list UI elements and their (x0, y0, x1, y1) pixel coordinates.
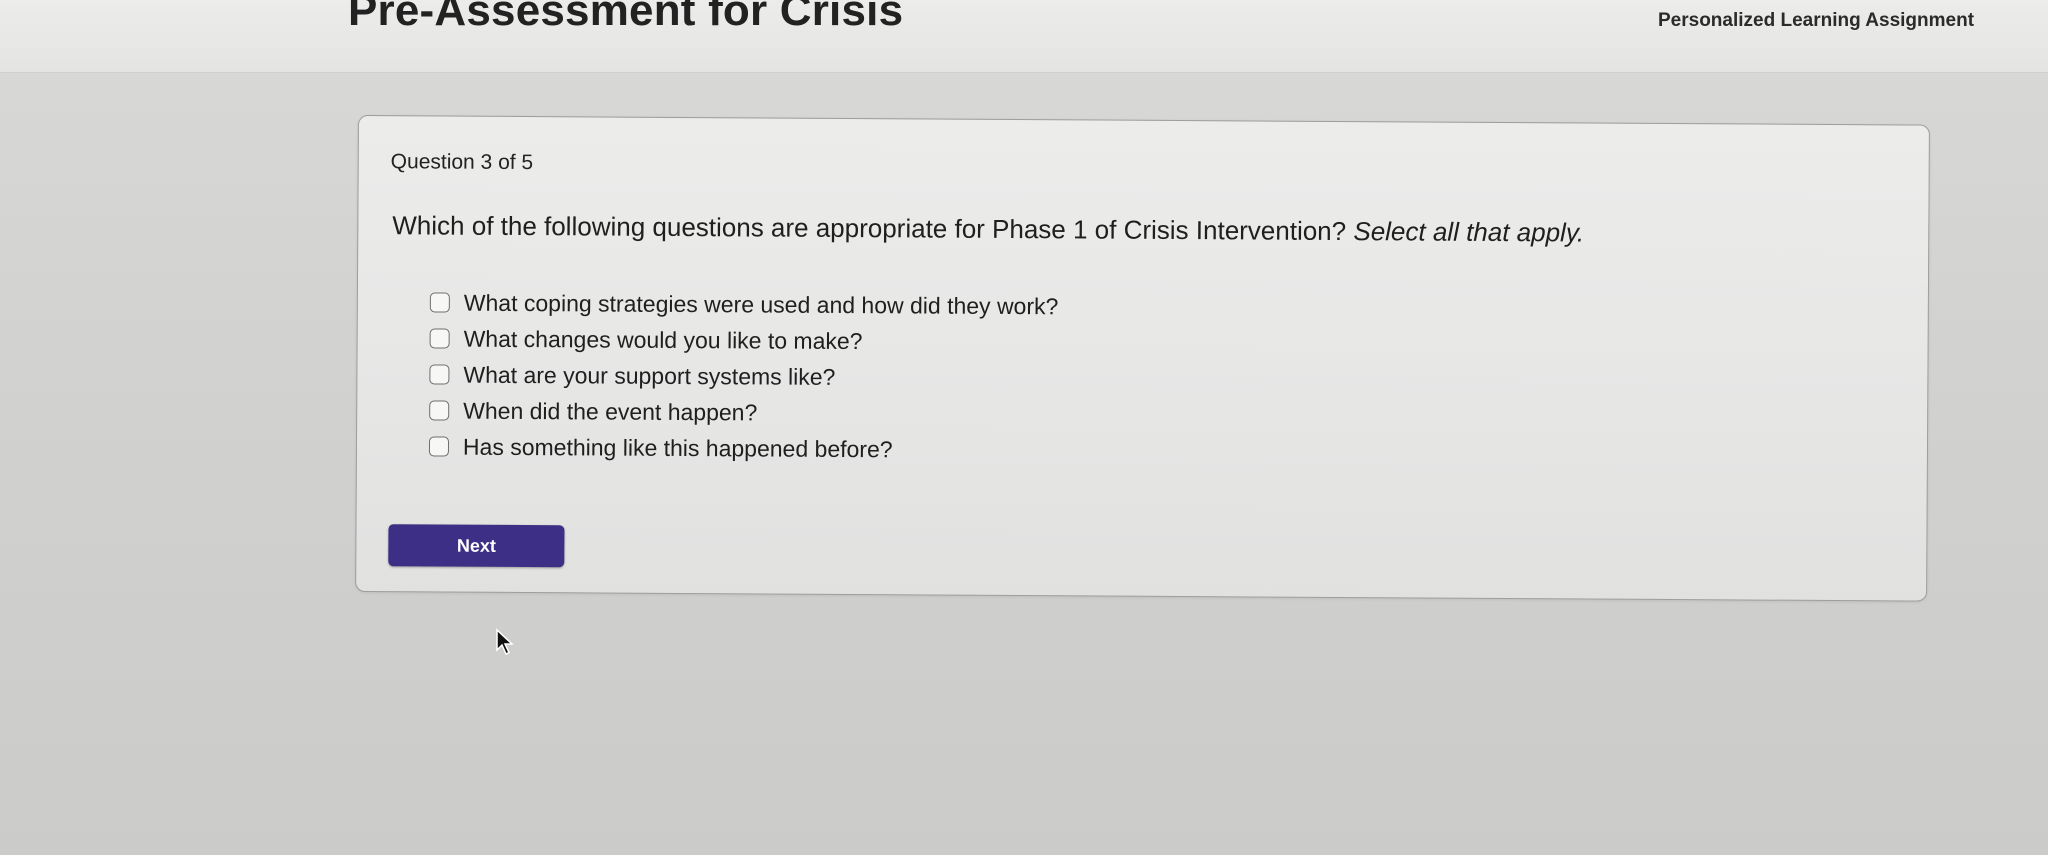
option-label: What are your support systems like? (463, 361, 836, 390)
option-checkbox[interactable] (429, 400, 450, 421)
answer-options: What coping strategies were used and how… (428, 284, 1059, 468)
answer-option[interactable]: Has something like this happened before? (428, 428, 1058, 468)
arrow-cursor-icon (496, 628, 514, 656)
option-checkbox[interactable] (429, 328, 450, 349)
option-label: When did the event happen? (463, 397, 758, 425)
option-checkbox[interactable] (429, 292, 450, 313)
question-instruction: Select all that apply. (1353, 216, 1585, 248)
answer-option[interactable]: When did the event happen? (429, 392, 1058, 432)
question-text: Which of the following questions are app… (392, 210, 1584, 248)
page-header: Pre-Assessment for Crisis Personalized L… (0, 0, 2048, 73)
page-title: Pre-Assessment for Crisis (348, 0, 904, 35)
answer-option[interactable]: What changes would you like to make? (429, 320, 1059, 360)
option-label: What coping strategies were used and how… (463, 289, 1059, 319)
option-label: Has something like this happened before? (462, 433, 893, 462)
option-checkbox[interactable] (429, 364, 450, 385)
option-checkbox[interactable] (428, 436, 450, 457)
question-prompt: Which of the following questions are app… (392, 210, 1347, 247)
answer-option[interactable]: What coping strategies were used and how… (429, 284, 1059, 324)
assignment-label: Personalized Learning Assignment (1658, 10, 1975, 31)
answer-option[interactable]: What are your support systems like? (429, 356, 1058, 396)
next-button[interactable]: Next (388, 524, 565, 568)
option-label: What changes would you like to make? (463, 325, 863, 354)
question-counter: Question 3 of 5 (390, 150, 534, 175)
question-card: Question 3 of 5 Which of the following q… (355, 115, 1930, 602)
